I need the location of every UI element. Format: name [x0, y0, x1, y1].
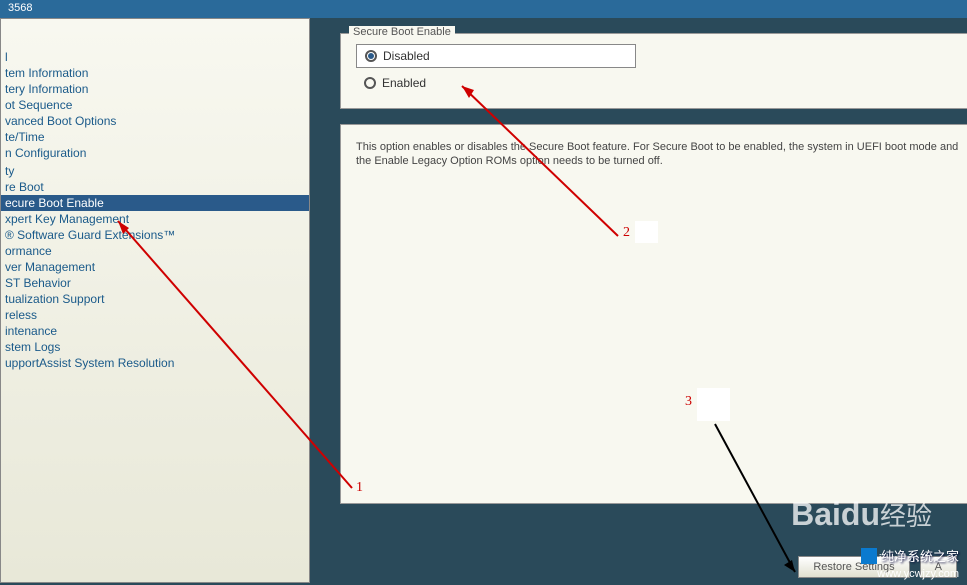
window-title: 3568: [8, 2, 32, 14]
sidebar-item-date-time[interactable]: te/Time: [1, 129, 309, 145]
radio-icon: [364, 77, 376, 89]
annotation-white-block-2: [635, 221, 658, 243]
site-name: 纯净系统之家: [881, 546, 959, 565]
annotation-label-1: 1: [356, 480, 363, 496]
title-bar: 3568: [0, 0, 967, 18]
secure-boot-fieldset: Secure Boot Enable Disabled Enabled: [340, 33, 967, 109]
annotation-label-2: 2: [623, 225, 630, 241]
fieldset-legend: Secure Boot Enable: [349, 26, 455, 38]
description-box: This option enables or disables the Secu…: [340, 124, 967, 504]
radio-label-disabled: Disabled: [383, 49, 430, 63]
sidebar-item-performance[interactable]: ormance: [1, 243, 309, 259]
site-logo-icon: [861, 548, 877, 564]
sidebar-item-expert-key-management[interactable]: xpert Key Management: [1, 211, 309, 227]
radio-icon: [365, 50, 377, 62]
sidebar-item-virtualization-support[interactable]: tualization Support: [1, 291, 309, 307]
sidebar-item-secure-boot[interactable]: re Boot: [1, 179, 309, 195]
sidebar-item-system-logs[interactable]: stem Logs: [1, 339, 309, 355]
sidebar-item-wireless[interactable]: reless: [1, 307, 309, 323]
sidebar-item-supportassist[interactable]: upportAssist System Resolution: [1, 355, 309, 371]
sidebar-item-secure-boot-enable[interactable]: ecure Boot Enable: [1, 195, 309, 211]
settings-sidebar: l tem Information tery Information ot Se…: [0, 18, 310, 583]
annotation-white-block-3: [697, 388, 730, 421]
sidebar-item-post-behavior[interactable]: ST Behavior: [1, 275, 309, 291]
sidebar-item-boot-sequence[interactable]: ot Sequence: [1, 97, 309, 113]
radio-option-enabled[interactable]: Enabled: [356, 72, 636, 94]
sidebar-item-configuration[interactable]: n Configuration: [1, 145, 309, 161]
sidebar-item-sgx[interactable]: ® Software Guard Extensions™: [1, 227, 309, 243]
radio-option-disabled[interactable]: Disabled: [356, 44, 636, 68]
sidebar-item-power-management[interactable]: ver Management: [1, 259, 309, 275]
annotation-label-3: 3: [685, 394, 692, 410]
sidebar-item-maintenance[interactable]: intenance: [1, 323, 309, 339]
sidebar-item-system-information[interactable]: tem Information: [1, 65, 309, 81]
sidebar-item[interactable]: l: [1, 49, 309, 65]
watermark-site: 纯净系统之家: [861, 546, 959, 565]
radio-label-enabled: Enabled: [382, 76, 426, 90]
watermark-url: www.ycwjzy.com: [877, 568, 959, 580]
description-text: This option enables or disables the Secu…: [356, 140, 961, 168]
sidebar-item-advanced-boot-options[interactable]: vanced Boot Options: [1, 113, 309, 129]
sidebar-item-security[interactable]: ty: [1, 163, 309, 179]
sidebar-item-battery-information[interactable]: tery Information: [1, 81, 309, 97]
